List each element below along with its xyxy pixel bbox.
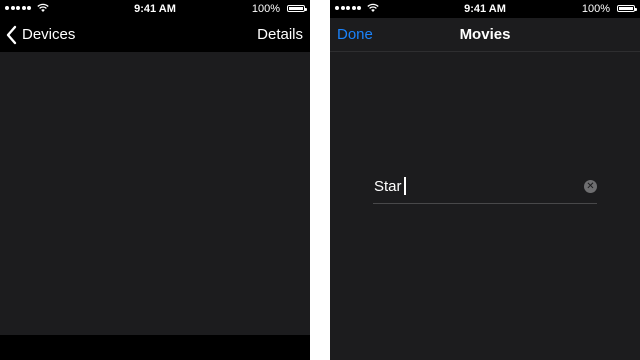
search-field[interactable]: Star ✕ bbox=[373, 172, 597, 204]
phone-screen-movies: 9:41 AM 100% Done Movies Star ✕ bbox=[330, 0, 640, 360]
navigation-bar: Done Movies bbox=[330, 18, 640, 52]
navigation-bar: Devices Details bbox=[0, 18, 310, 52]
phone-screen-devices: 9:41 AM 100% Devices Details bbox=[0, 0, 310, 360]
status-bar: 9:41 AM 100% bbox=[330, 0, 640, 18]
back-button-label: Devices bbox=[22, 26, 76, 43]
details-button[interactable]: Details bbox=[257, 26, 303, 43]
search-input-value: Star bbox=[374, 177, 402, 195]
status-bar: 9:41 AM 100% bbox=[0, 0, 310, 18]
battery-percentage: 100% bbox=[581, 3, 610, 15]
battery-icon bbox=[617, 5, 637, 12]
battery-percentage: 100% bbox=[251, 3, 280, 15]
search-input[interactable]: Star bbox=[374, 177, 406, 195]
content-area bbox=[0, 52, 310, 335]
page-title: Movies bbox=[459, 26, 511, 43]
bottom-bar bbox=[0, 335, 310, 360]
chevron-left-icon bbox=[6, 25, 17, 45]
battery-icon bbox=[287, 5, 307, 12]
clear-text-icon[interactable]: ✕ bbox=[584, 180, 597, 193]
back-button[interactable]: Devices bbox=[6, 24, 75, 46]
text-caret bbox=[403, 177, 406, 195]
